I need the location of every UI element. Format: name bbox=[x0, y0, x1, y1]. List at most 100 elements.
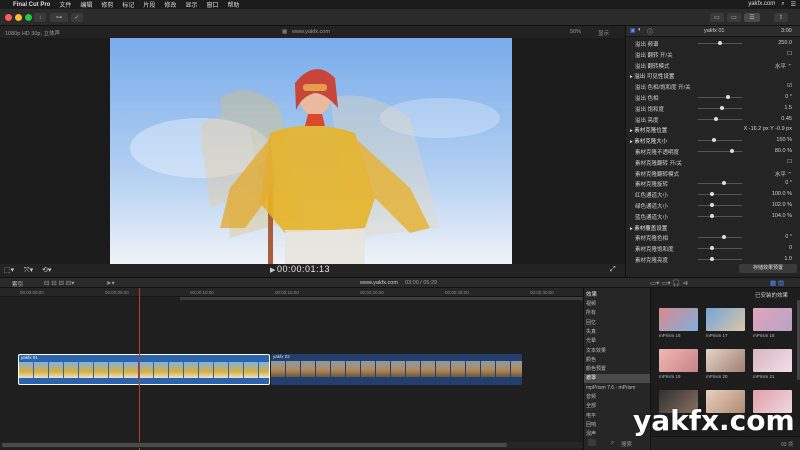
timeline-scrollbar[interactable] bbox=[0, 442, 583, 448]
effects-browser-icon[interactable]: ▦ ▤ bbox=[770, 279, 784, 287]
menu-file[interactable]: 文件 bbox=[59, 0, 71, 9]
info-inspector-icon[interactable]: ⓘ bbox=[647, 27, 653, 36]
menu-mark[interactable]: 标记 bbox=[122, 0, 134, 9]
display-menu[interactable]: 显示 bbox=[598, 29, 609, 37]
menu-edit[interactable]: 编辑 bbox=[80, 0, 92, 9]
speed-icon[interactable]: ⟲▾ bbox=[42, 266, 51, 274]
parameter-value[interactable]: 102.0 % bbox=[736, 202, 792, 208]
zoom-menu[interactable]: 50% bbox=[570, 29, 581, 35]
parameter-value[interactable]: 0.45 bbox=[736, 116, 792, 122]
parameter-value[interactable]: 0 ° bbox=[736, 234, 792, 240]
slider-knob[interactable] bbox=[720, 105, 724, 110]
timeline-appearance-icons[interactable]: ▭▾ ▭▾ 🎧 ⇉ bbox=[650, 279, 688, 287]
transform-tool-icon[interactable]: ⤧▾ bbox=[24, 266, 33, 275]
effect-thumbnail[interactable]: mPrism 16 bbox=[659, 308, 698, 338]
slider-knob[interactable] bbox=[718, 41, 722, 45]
parameter-value[interactable]: 250.0 bbox=[736, 40, 792, 46]
menu-clip[interactable]: 片段 bbox=[143, 0, 155, 9]
parameter-value[interactable]: X -16.2 px Y -0.9 px bbox=[736, 126, 792, 132]
effect-thumbnail[interactable]: mPrism 19 bbox=[659, 349, 698, 379]
play-button[interactable]: ▶ bbox=[270, 266, 275, 274]
zoom-window-icon[interactable] bbox=[25, 14, 32, 21]
effects-category-item[interactable]: 视频 bbox=[584, 300, 651, 309]
parameter-value[interactable]: 0 ° bbox=[736, 180, 792, 186]
search-icon[interactable]: ⌕ bbox=[781, 1, 784, 8]
parameter-value[interactable]: ☑ bbox=[736, 83, 792, 89]
parameter-value[interactable]: 0 ° bbox=[736, 94, 792, 100]
search-field-icon[interactable]: ⌕ bbox=[611, 440, 614, 447]
keywords-icon[interactable]: ⊶ bbox=[50, 13, 68, 22]
timeline-toggle-icon[interactable]: ▭ bbox=[727, 13, 741, 22]
effects-category-item[interactable]: 失真 bbox=[584, 328, 651, 337]
inspector-toggle-icon[interactable]: ☰ bbox=[744, 13, 760, 22]
installed-effects-menu[interactable]: 已安装的效果 bbox=[755, 291, 788, 299]
share-icon[interactable]: ⇪ bbox=[774, 13, 788, 22]
effects-category-item[interactable]: 音频 bbox=[584, 393, 651, 402]
minimize-window-icon[interactable] bbox=[15, 14, 22, 21]
app-menu[interactable]: Final Cut Pro bbox=[13, 2, 50, 8]
parameter-value[interactable]: 104.0 % bbox=[736, 213, 792, 219]
parameter-value[interactable]: 150 % bbox=[736, 137, 792, 143]
effects-category-item[interactable]: 颜色 bbox=[584, 356, 651, 365]
effect-thumbnail[interactable]: mPrism 20 bbox=[706, 349, 745, 379]
menu-window[interactable]: 窗口 bbox=[206, 0, 218, 9]
parameter-value[interactable]: 1.5 bbox=[736, 105, 792, 111]
slider-knob[interactable] bbox=[710, 246, 714, 251]
parameter-value[interactable]: 80.0 % bbox=[736, 148, 792, 154]
close-window-icon[interactable] bbox=[5, 14, 12, 21]
effects-category-item[interactable]: 遮罩 bbox=[584, 374, 651, 384]
parameter-value[interactable]: 100.0 % bbox=[736, 191, 792, 197]
timeline-scroll-thumb[interactable] bbox=[2, 443, 507, 447]
fullscreen-icon[interactable]: ⤢ bbox=[610, 266, 616, 274]
slider-knob[interactable] bbox=[722, 181, 726, 186]
timeline-clip-2[interactable]: yakfx 02 bbox=[271, 354, 522, 385]
slider-knob[interactable] bbox=[712, 138, 716, 143]
slider-knob[interactable] bbox=[726, 95, 730, 99]
video-inspector-icon[interactable]: ▣ bbox=[630, 27, 636, 34]
slider-knob[interactable] bbox=[730, 149, 734, 153]
parameter-value[interactable]: 1.0 bbox=[736, 256, 792, 262]
menu-modify[interactable]: 修改 bbox=[164, 0, 176, 9]
browser-toggle-icon[interactable]: ▭ bbox=[710, 13, 724, 22]
effects-category-item[interactable]: 颜色预置 bbox=[584, 365, 651, 374]
slider-knob[interactable] bbox=[710, 257, 714, 261]
index-button[interactable]: 索引 bbox=[12, 280, 23, 288]
timeline-clip-1[interactable]: yakfx 01 bbox=[18, 354, 270, 385]
slider-knob[interactable] bbox=[722, 235, 726, 240]
playhead[interactable] bbox=[139, 288, 140, 450]
slider-knob[interactable] bbox=[710, 213, 714, 218]
view-options-icon[interactable]: ⬚▾ bbox=[4, 266, 14, 274]
parameter-value[interactable]: 0 bbox=[736, 245, 792, 251]
parameter-value[interactable]: 水平 ⌃ bbox=[736, 170, 792, 178]
slider-knob[interactable] bbox=[714, 116, 718, 121]
video-frame[interactable] bbox=[110, 38, 512, 264]
menu-trim[interactable]: 修剪 bbox=[101, 0, 113, 9]
import-icon[interactable]: ↓ bbox=[34, 13, 46, 22]
menu-help[interactable]: 帮助 bbox=[227, 0, 239, 9]
effects-category-item[interactable]: 所有 bbox=[584, 309, 651, 318]
effects-category-item[interactable]: 文本效果 bbox=[584, 347, 651, 356]
effects-search-input[interactable]: 搜索 bbox=[621, 440, 632, 448]
color-inspector-icon[interactable]: ◐ bbox=[638, 27, 642, 33]
timeline-ruler[interactable]: 00:00:00:00 00:00:05:00 00:00:10:00 00:00:1… bbox=[0, 288, 583, 297]
select-tool-icon[interactable]: ➤▾ bbox=[106, 279, 115, 287]
parameter-value[interactable]: ☐ bbox=[736, 51, 792, 57]
effects-category-item[interactable]: 回忆 bbox=[584, 319, 651, 328]
edit-tools-icons[interactable]: ⊟ ⊟ ⊟ ⊟▾ bbox=[44, 279, 74, 287]
effects-category-item[interactable]: mpPrism 7.6 - mPrism bbox=[584, 384, 651, 393]
effect-thumbnail[interactable]: mPrism 17 bbox=[706, 308, 745, 338]
timeline[interactable]: 00:00:00:00 00:00:05:00 00:00:10:00 00:00:1… bbox=[0, 288, 583, 450]
effect-thumbnail[interactable]: mPrism 21 bbox=[753, 349, 792, 379]
slider-knob[interactable] bbox=[710, 192, 714, 197]
parameter-value[interactable]: ☐ bbox=[736, 159, 792, 165]
background-tasks-icon[interactable]: ✓ bbox=[71, 13, 83, 22]
effect-thumbnail[interactable]: mPrism 18 bbox=[753, 308, 792, 338]
menu-list-icon[interactable]: ☰ bbox=[791, 1, 796, 8]
effects-category-item[interactable]: 光晕 bbox=[584, 337, 651, 346]
timecode-display[interactable]: 00:00:01:13 bbox=[277, 264, 330, 274]
sidebar-toggle-icon[interactable] bbox=[588, 439, 596, 446]
menu-view[interactable]: 显示 bbox=[185, 0, 197, 9]
slider-knob[interactable] bbox=[710, 203, 714, 207]
parameter-value[interactable]: 水平 ⌃ bbox=[736, 62, 792, 70]
save-effects-preset-button[interactable]: 存储效果预置 bbox=[739, 264, 797, 273]
